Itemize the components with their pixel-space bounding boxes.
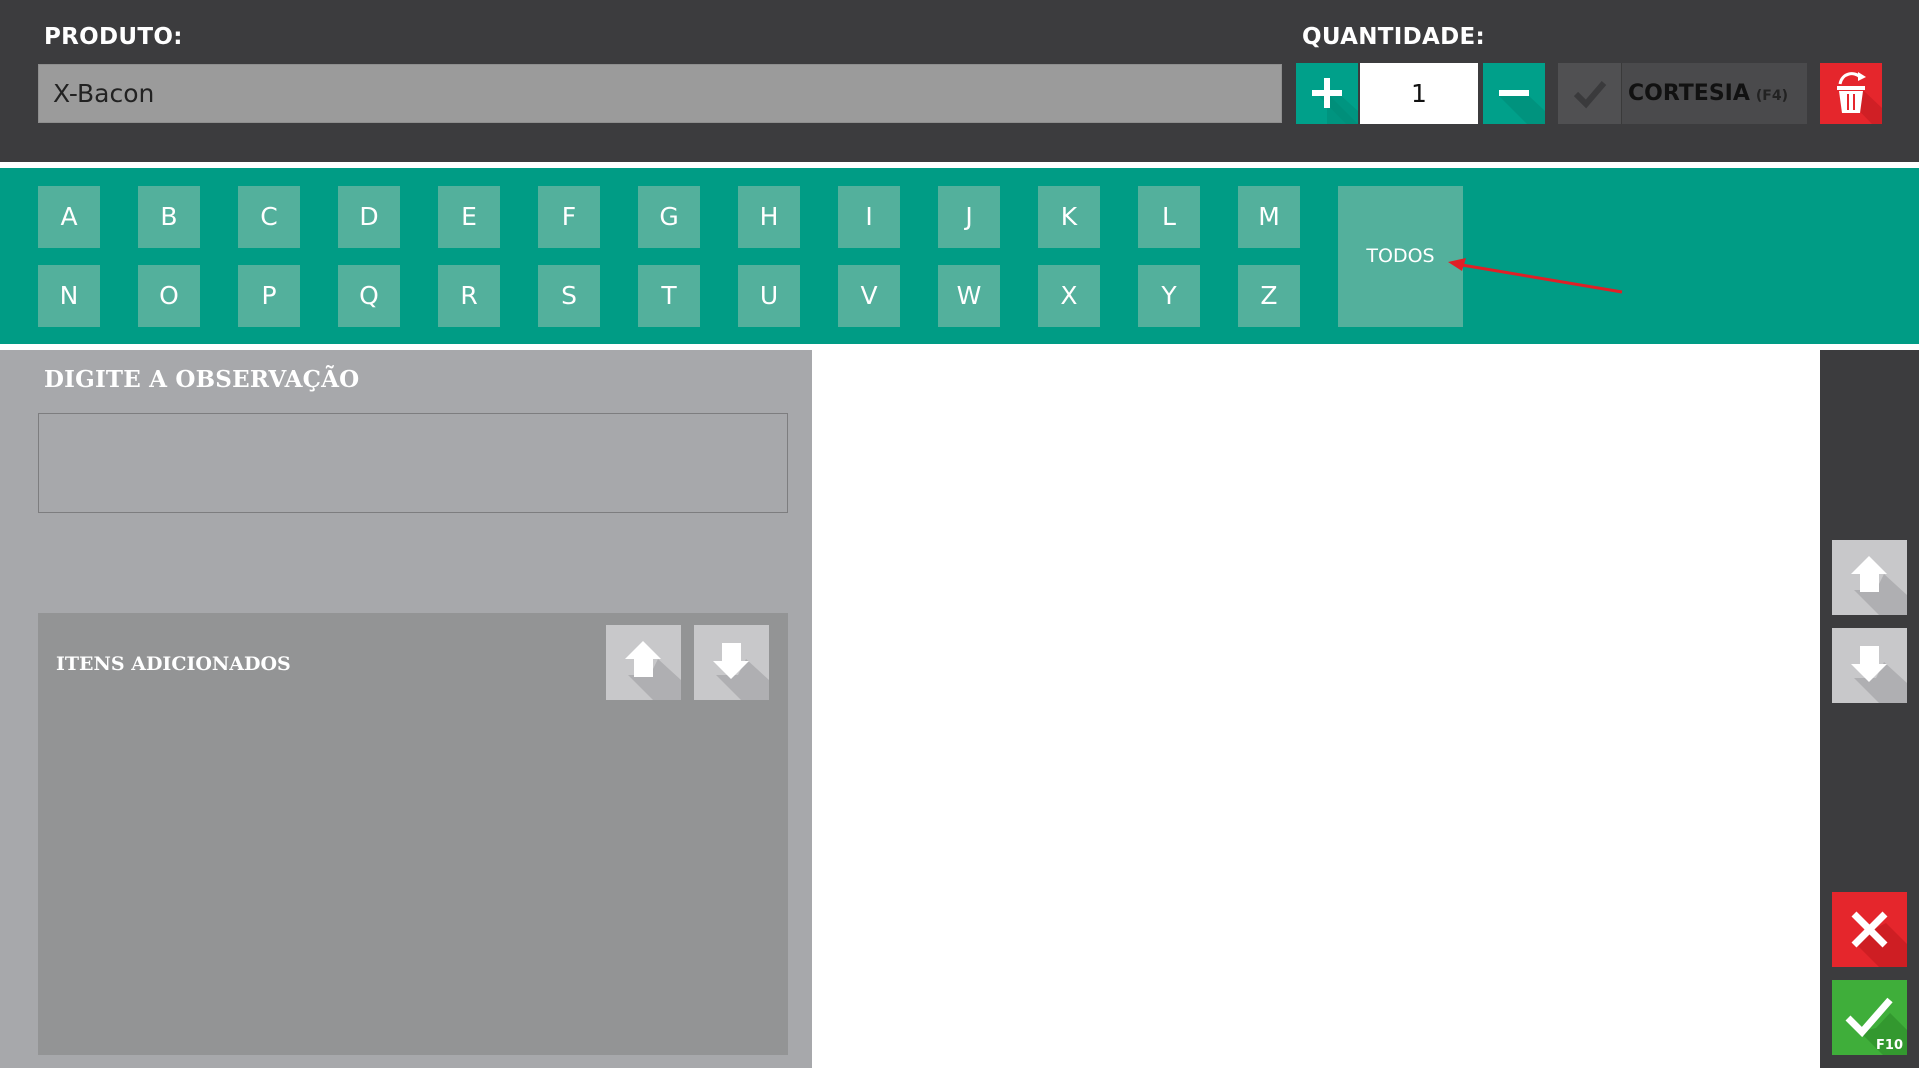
letter-key-k[interactable]: K (1038, 186, 1100, 248)
letter-key-c[interactable]: C (238, 186, 300, 248)
produto-label: PRODUTO: (44, 24, 183, 50)
arrow-down-icon (1851, 646, 1907, 703)
list-scroll-down-button[interactable] (1832, 628, 1907, 703)
action-column: F10 (1820, 350, 1919, 1068)
product-input[interactable]: X-Bacon (38, 64, 1282, 123)
letter-key-t[interactable]: T (638, 265, 700, 327)
letter-key-s[interactable]: S (538, 265, 600, 327)
annotation-arrow-icon (1448, 258, 1623, 294)
list-scroll-up-button[interactable] (1832, 540, 1907, 615)
letter-key-f[interactable]: F (538, 186, 600, 248)
check-icon (1573, 81, 1607, 109)
quantidade-label: QUANTIDADE: (1302, 24, 1486, 50)
observation-panel: DIGITE A OBSERVAÇÃO ITENS ADICIONADOS (0, 350, 812, 1068)
letter-key-q[interactable]: Q (338, 265, 400, 327)
plus-icon (1312, 78, 1358, 124)
letter-key-v[interactable]: V (838, 265, 900, 327)
letter-key-p[interactable]: P (238, 265, 300, 327)
letter-key-m[interactable]: M (1238, 186, 1300, 248)
cortesia-text: CORTESIA (1628, 81, 1750, 106)
arrow-down-icon (713, 643, 769, 700)
letter-key-n[interactable]: N (38, 265, 100, 327)
confirm-shortcut: F10 (1876, 1038, 1903, 1053)
letter-key-g[interactable]: G (638, 186, 700, 248)
items-scroll-up-button[interactable] (606, 625, 681, 700)
letter-key-u[interactable]: U (738, 265, 800, 327)
letter-key-d[interactable]: D (338, 186, 400, 248)
letter-key-h[interactable]: H (738, 186, 800, 248)
close-icon (1851, 911, 1907, 967)
added-items-title: ITENS ADICIONADOS (56, 653, 291, 675)
arrow-up-icon (625, 641, 681, 700)
letter-key-o[interactable]: O (138, 265, 200, 327)
added-items-box: ITENS ADICIONADOS (38, 613, 788, 1055)
letter-key-l[interactable]: L (1138, 186, 1200, 248)
observation-input[interactable] (38, 413, 788, 513)
letter-key-w[interactable]: W (938, 265, 1000, 327)
quantity-input[interactable]: 1 (1360, 63, 1478, 124)
delete-product-button[interactable] (1820, 63, 1882, 124)
letter-key-a[interactable]: A (38, 186, 100, 248)
letter-key-x[interactable]: X (1038, 265, 1100, 327)
cortesia-checkbox[interactable] (1558, 63, 1622, 124)
confirm-button[interactable]: F10 (1832, 980, 1907, 1055)
increase-quantity-button[interactable] (1296, 63, 1358, 124)
header-bar: PRODUTO: X-Bacon QUANTIDADE: 1 CORTESIA (… (0, 0, 1919, 162)
minus-icon (1499, 90, 1545, 124)
cortesia-shortcut: (F4) (1755, 88, 1789, 104)
items-scroll-down-button[interactable] (694, 625, 769, 700)
letter-key-i[interactable]: I (838, 186, 900, 248)
letter-key-z[interactable]: Z (1238, 265, 1300, 327)
arrow-up-icon (1851, 556, 1907, 615)
cortesia-label: CORTESIA (F4) (1628, 63, 1788, 124)
observation-title: DIGITE A OBSERVAÇÃO (44, 366, 360, 393)
cancel-button[interactable] (1832, 892, 1907, 967)
letter-key-j[interactable]: J (938, 186, 1000, 248)
letter-key-y[interactable]: Y (1138, 265, 1200, 327)
letter-key-r[interactable]: R (438, 265, 500, 327)
letter-key-b[interactable]: B (138, 186, 200, 248)
cortesia-toggle[interactable]: CORTESIA (F4) (1558, 63, 1807, 124)
decrease-quantity-button[interactable] (1483, 63, 1545, 124)
trash-icon (1837, 72, 1882, 124)
letter-key-e[interactable]: E (438, 186, 500, 248)
